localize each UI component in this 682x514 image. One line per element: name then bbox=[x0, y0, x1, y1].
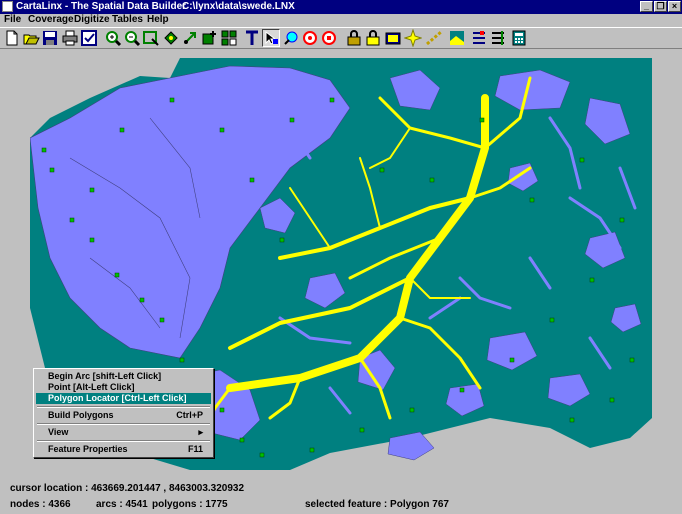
menu-coverage[interactable]: Coverage bbox=[28, 14, 74, 26]
menu-digitize[interactable]: Digitize bbox=[74, 14, 110, 26]
menu-item-label: View bbox=[48, 427, 69, 437]
print-icon[interactable] bbox=[61, 29, 79, 47]
app-title: CartaLinx - The Spatial Data Builder bbox=[16, 1, 187, 12]
menu-item-view[interactable]: View ▸ bbox=[36, 427, 211, 438]
layer-icon[interactable] bbox=[384, 29, 402, 47]
menu-item-label: Point [Alt-Left Click] bbox=[48, 382, 135, 392]
tool-a-icon[interactable] bbox=[201, 29, 219, 47]
menu-separator bbox=[37, 423, 210, 425]
calculator-icon[interactable] bbox=[510, 29, 528, 47]
layer-view-icon[interactable] bbox=[448, 29, 466, 47]
navigate-icon[interactable] bbox=[181, 29, 199, 47]
menu-item-label: Build Polygons bbox=[48, 410, 114, 420]
status-bar: cursor location : 463669.201447 , 846300… bbox=[0, 478, 682, 514]
zoom-window-icon[interactable] bbox=[142, 29, 160, 47]
menu-item-point[interactable]: Point [Alt-Left Click] bbox=[36, 382, 211, 393]
restore-icon[interactable]: ❐ bbox=[654, 1, 667, 12]
zoom-in-icon[interactable] bbox=[104, 29, 122, 47]
zoom-out-icon[interactable] bbox=[123, 29, 141, 47]
arc-icon[interactable] bbox=[425, 29, 443, 47]
menu-item-label: Polygon Locator [Ctrl-Left Click] bbox=[48, 393, 187, 403]
app-icon[interactable] bbox=[2, 1, 13, 12]
new-file-icon[interactable] bbox=[3, 29, 21, 47]
save-icon[interactable] bbox=[41, 29, 59, 47]
polygon-count: polygons : 1775 bbox=[152, 499, 228, 510]
select-arrow-icon[interactable] bbox=[262, 29, 280, 47]
submenu-arrow-icon: ▸ bbox=[198, 427, 203, 437]
menu-item-build-polygons[interactable]: Build Polygons Ctrl+P bbox=[36, 410, 211, 421]
open-file-icon[interactable] bbox=[22, 29, 40, 47]
menu-item-shortcut: F11 bbox=[187, 444, 203, 454]
menu-item-shortcut: Ctrl+P bbox=[176, 410, 203, 420]
sparkle-icon[interactable] bbox=[403, 28, 423, 48]
tool-b-icon[interactable] bbox=[220, 29, 238, 47]
polygon-locator-icon[interactable] bbox=[282, 29, 300, 47]
lock-icon[interactable] bbox=[345, 29, 363, 47]
menu-separator bbox=[37, 440, 210, 442]
menu-bar: File Coverage Digitize Tables Help bbox=[0, 14, 682, 26]
menu-item-label: Begin Arc [shift-Left Click] bbox=[48, 371, 162, 381]
tables-icon[interactable] bbox=[470, 29, 488, 47]
menu-file[interactable]: File bbox=[4, 14, 21, 26]
menu-help[interactable]: Help bbox=[147, 14, 169, 26]
pan-icon[interactable] bbox=[162, 29, 180, 47]
minimize-icon[interactable]: _ bbox=[640, 1, 653, 12]
cursor-location: cursor location : 463669.201447 , 846300… bbox=[10, 483, 245, 494]
text-tool-icon[interactable] bbox=[243, 29, 261, 47]
list-icon[interactable] bbox=[489, 29, 507, 47]
check-icon[interactable] bbox=[80, 29, 98, 47]
target-icon[interactable] bbox=[301, 29, 319, 47]
selected-feature: selected feature : Polygon 767 bbox=[305, 499, 449, 510]
menu-item-feature-properties[interactable]: Feature Properties F11 bbox=[36, 444, 211, 455]
menu-item-polygon-locator[interactable]: Polygon Locator [Ctrl-Left Click] bbox=[36, 393, 211, 404]
menu-separator bbox=[37, 406, 210, 408]
node-icon[interactable] bbox=[320, 29, 338, 47]
context-menu: Begin Arc [shift-Left Click] Point [Alt-… bbox=[33, 368, 214, 458]
file-path: C:\lynx\data\swede.LNX bbox=[182, 1, 295, 12]
close-icon[interactable]: × bbox=[668, 1, 681, 12]
menu-item-label: Feature Properties bbox=[48, 444, 128, 454]
toolbar bbox=[0, 27, 682, 49]
menu-tables[interactable]: Tables bbox=[112, 14, 143, 26]
arc-count: arcs : 4541 bbox=[96, 499, 148, 510]
node-count: nodes : 4366 bbox=[10, 499, 71, 510]
title-bar[interactable]: CartaLinx - The Spatial Data Builder C:\… bbox=[0, 0, 682, 14]
lock-alt-icon[interactable] bbox=[364, 29, 382, 47]
menu-item-begin-arc[interactable]: Begin Arc [shift-Left Click] bbox=[36, 371, 211, 382]
